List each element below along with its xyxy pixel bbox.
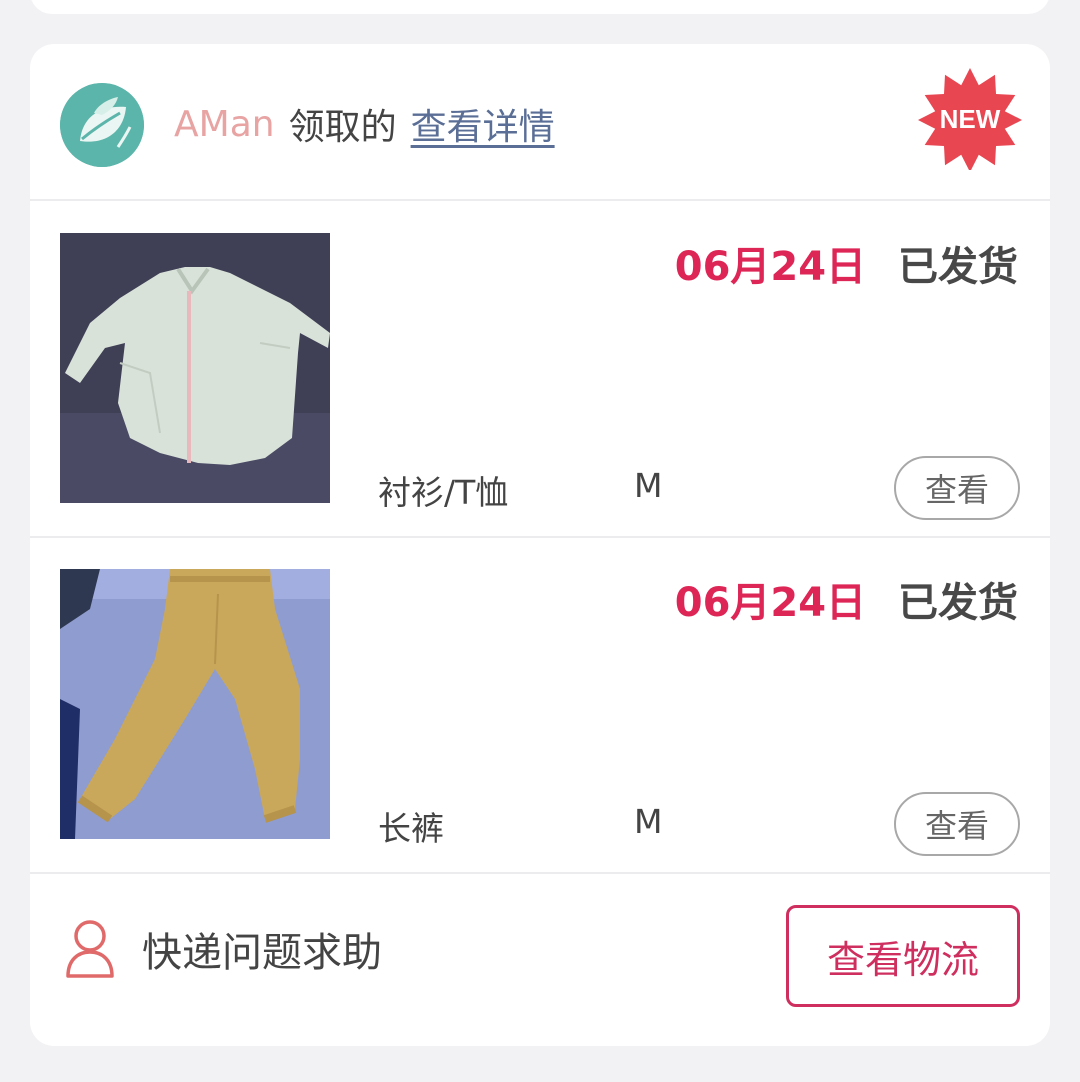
status-text: 已发货 bbox=[898, 244, 1018, 290]
shipping-status: 06月24日 已发货 bbox=[675, 570, 1018, 628]
view-logistics-button[interactable]: 查看物流 bbox=[786, 905, 1020, 1007]
view-item-button[interactable]: 查看 bbox=[894, 456, 1020, 520]
user-name[interactable]: AMan bbox=[174, 104, 275, 145]
delivery-help[interactable]: 快递问题求助 bbox=[64, 914, 382, 984]
item-size: M bbox=[634, 466, 663, 505]
shipping-status: 06月24日 已发货 bbox=[675, 234, 1018, 292]
list-item: 06月24日 已发货 长裤 M 查看 bbox=[30, 538, 1050, 874]
new-badge: NEW bbox=[918, 66, 1022, 172]
help-label: 快递问题求助 bbox=[142, 930, 382, 976]
product-image-shirt[interactable] bbox=[60, 233, 330, 503]
product-image-pants[interactable] bbox=[60, 569, 330, 839]
ship-date: 06月24日 bbox=[674, 244, 867, 290]
starburst-badge-icon: NEW bbox=[918, 68, 1022, 172]
shirt-image bbox=[60, 233, 330, 503]
list-item: 06月24日 已发货 衬衫/T恤 M 查看 bbox=[30, 202, 1050, 538]
leaf-logo-icon bbox=[60, 83, 144, 167]
card-header: AMan 领取的 查看详情 NEW bbox=[30, 44, 1050, 201]
item-size: M bbox=[634, 802, 663, 841]
item-category: 长裤 bbox=[378, 809, 444, 848]
view-details-link[interactable]: 查看详情 bbox=[411, 98, 555, 150]
previous-card-bottom bbox=[30, 0, 1050, 14]
action-text: 领取的 bbox=[288, 107, 397, 148]
ship-date: 06月24日 bbox=[674, 580, 867, 626]
badge-text: NEW bbox=[940, 104, 1001, 134]
item-category: 衬衫/T恤 bbox=[378, 473, 509, 512]
card-footer: 快递问题求助 查看物流 bbox=[30, 874, 1050, 1046]
status-text: 已发货 bbox=[898, 580, 1018, 626]
header-line: AMan 领取的 查看详情 bbox=[174, 96, 555, 152]
pants-image bbox=[60, 569, 330, 839]
person-icon bbox=[66, 920, 114, 978]
order-card: AMan 领取的 查看详情 NEW 06月24日 已发货 衬衫/T恤 M 查看 … bbox=[30, 44, 1050, 1046]
avatar[interactable] bbox=[60, 83, 144, 167]
view-item-button[interactable]: 查看 bbox=[894, 792, 1020, 856]
